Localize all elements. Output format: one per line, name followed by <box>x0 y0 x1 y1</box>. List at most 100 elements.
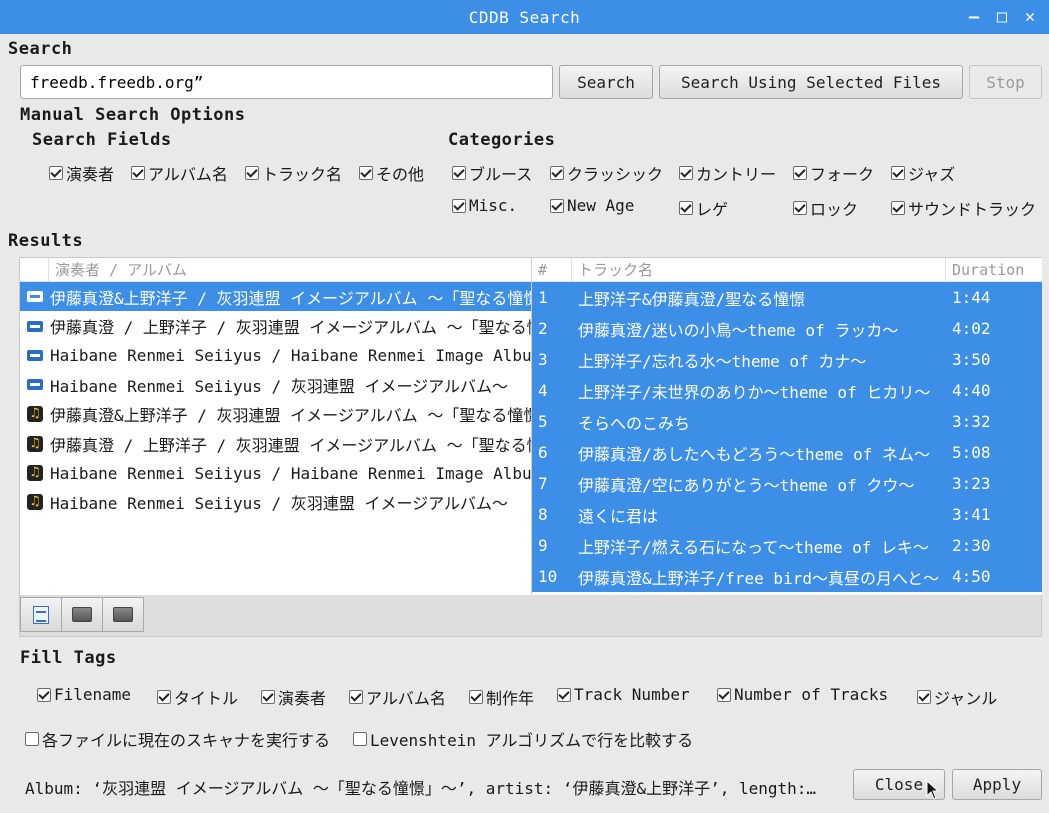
track-row[interactable]: 5 そらへのこみち 3:32 <box>532 406 1042 437</box>
track-row[interactable]: 10 伊藤真澄&上野洋子/free bird〜真昼の月へと〜 4:50 <box>532 561 1042 592</box>
checkbox-box[interactable] <box>452 198 466 213</box>
checkbox-label: ジャズ <box>908 165 956 184</box>
album-column-header[interactable]: 演奏者 / アルバム <box>49 259 187 280</box>
checkbox-box[interactable] <box>550 198 564 213</box>
album-row[interactable]: Haibane Renmei Seiiyus / 灰羽連盟 イメージアルバム〜 <box>20 370 531 399</box>
fill-tag-checkbox-track-number[interactable]: Track Number <box>557 685 690 704</box>
album-row[interactable]: 伊藤真澄 / 上野洋子 / 灰羽連盟 イメージアルバム 〜「聖なる憧憬」〜 <box>20 311 531 340</box>
track-name-column-header[interactable]: トラック名 <box>572 258 946 282</box>
category-checkbox-reggae[interactable]: レゲ <box>679 196 728 220</box>
close-icon[interactable]: ✕ <box>1019 6 1041 28</box>
field-checkbox-track[interactable]: トラック名 <box>245 161 342 185</box>
search-button[interactable]: Search <box>559 65 653 99</box>
checkbox-box[interactable] <box>557 687 571 702</box>
checkbox-box[interactable] <box>131 166 145 180</box>
cd-icon <box>27 379 43 391</box>
category-checkbox-rock[interactable]: ロック <box>793 196 858 220</box>
album-row[interactable]: Haibane Renmei Seiiyus / Haibane Renmei … <box>20 341 531 370</box>
fill-tag-checkbox-album[interactable]: アルバム名 <box>349 685 446 709</box>
checkbox-label: ジャンル <box>934 689 998 708</box>
fill-tag-checkbox-genre[interactable]: ジャンル <box>917 685 997 709</box>
track-title: 上野洋子&伊藤真澄/聖なる憧憬 <box>578 289 806 309</box>
search-input[interactable] <box>20 65 553 99</box>
checkbox-box[interactable] <box>891 166 905 180</box>
album-row[interactable]: ♫ Haibane Renmei Seiiyus / Haibane Renmei… <box>20 458 531 487</box>
run-scanner-checkbox[interactable]: 各ファイルに現在のスキャナを実行する <box>25 727 330 751</box>
checkbox-box[interactable] <box>359 166 373 180</box>
track-number: 10 <box>538 567 558 586</box>
category-checkbox-jazz[interactable]: ジャズ <box>891 161 955 185</box>
fill-tag-checkbox-title[interactable]: タイトル <box>157 685 238 709</box>
stop-button[interactable]: Stop <box>969 65 1042 99</box>
track-number: 3 <box>538 350 548 369</box>
checkbox-box[interactable] <box>25 732 39 746</box>
maximize-icon[interactable]: □ <box>991 6 1013 28</box>
track-number: 2 <box>538 319 548 338</box>
checkbox-box[interactable] <box>891 201 905 215</box>
checkbox-box[interactable] <box>717 687 731 702</box>
category-checkbox-classical[interactable]: クラッシック <box>550 161 663 185</box>
track-row[interactable]: 1 上野洋子&伊藤真澄/聖なる憧憬 1:44 <box>532 282 1042 313</box>
category-checkbox-blues[interactable]: ブルース <box>452 161 532 185</box>
toolbar-image-button-2[interactable] <box>102 597 144 632</box>
category-checkbox-misc[interactable]: Misc. <box>452 196 517 215</box>
category-checkbox-folk[interactable]: フォーク <box>793 161 874 185</box>
checkbox-box[interactable] <box>157 690 171 704</box>
apply-button[interactable]: Apply <box>952 769 1042 800</box>
category-checkbox-new-age[interactable]: New Age <box>550 196 634 215</box>
cd-icon <box>27 291 43 303</box>
checkbox-box[interactable] <box>793 201 807 215</box>
toolbar-image-button-1[interactable] <box>61 597 103 632</box>
checkbox-box[interactable] <box>37 687 51 702</box>
track-results-list[interactable]: # トラック名 Duration 1 上野洋子&伊藤真澄/聖なる憧憬 1:44 2 伊… <box>531 258 1042 595</box>
fill-tag-checkbox-artist[interactable]: 演奏者 <box>261 685 326 709</box>
fill-tag-checkbox-filename[interactable]: Filename <box>37 685 131 704</box>
search-selected-files-button[interactable]: Search Using Selected Files <box>659 65 963 99</box>
checkbox-box[interactable] <box>550 166 564 180</box>
track-row[interactable]: 8 遠くに君は 3:41 <box>532 499 1042 530</box>
checkbox-box[interactable] <box>793 166 807 180</box>
track-number-column-header[interactable]: # <box>532 258 572 282</box>
checkbox-box[interactable] <box>349 690 363 704</box>
track-duration: 3:23 <box>952 474 991 493</box>
checkbox-box[interactable] <box>679 201 693 215</box>
track-row[interactable]: 2 伊藤真澄/迷いの小鳥〜theme of ラッカ〜 4:02 <box>532 313 1042 344</box>
album-row[interactable]: ♫ 伊藤真澄 / 上野洋子 / 灰羽連盟 イメージアルバム 〜「聖なる憧憬」〜 <box>20 429 531 458</box>
fill-tag-checkbox-year[interactable]: 制作年 <box>469 685 534 709</box>
category-checkbox-country[interactable]: カントリー <box>679 161 776 185</box>
album-list-header: 演奏者 / アルバム <box>20 258 531 282</box>
checkbox-box[interactable] <box>49 166 63 180</box>
checkbox-label: Track Number <box>574 685 690 704</box>
minimize-icon[interactable]: — <box>963 6 985 28</box>
fill-tag-checkbox-number-of-tracks[interactable]: Number of Tracks <box>717 685 888 704</box>
album-results-list[interactable]: 演奏者 / アルバム 伊藤真澄&上野洋子 / 灰羽連盟 イメージアルバム 〜「聖… <box>20 258 531 595</box>
album-row[interactable]: 伊藤真澄&上野洋子 / 灰羽連盟 イメージアルバム 〜「聖なる憧憬」〜 <box>20 282 531 312</box>
checkbox-box[interactable] <box>245 166 259 180</box>
track-row[interactable]: 6 伊藤真澄/あしたへもどろう〜theme of ネム〜 5:08 <box>532 437 1042 468</box>
album-text: 伊藤真澄&上野洋子 / 灰羽連盟 イメージアルバム 〜「聖なる憧憬」〜 <box>50 406 531 426</box>
track-row[interactable]: 9 上野洋子/燃える石になって〜theme of レキ〜 2:30 <box>532 530 1042 561</box>
checkbox-box[interactable] <box>452 166 466 180</box>
checkbox-box[interactable] <box>261 690 275 704</box>
checkbox-box[interactable] <box>917 690 931 704</box>
apply-to-selected-files-button[interactable] <box>20 597 62 632</box>
track-row[interactable]: 3 上野洋子/忘れる水〜theme of カナ〜 3:50 <box>532 344 1042 375</box>
checkbox-label: レゲ <box>696 200 729 219</box>
field-checkbox-album[interactable]: アルバム名 <box>131 161 228 185</box>
album-text: 伊藤真澄 / 上野洋子 / 灰羽連盟 イメージアルバム 〜「聖なる憧憬」〜 <box>50 435 531 455</box>
track-row[interactable]: 7 伊藤真澄/空にありがとう〜theme of クウ〜 3:23 <box>532 468 1042 499</box>
checkbox-box[interactable] <box>469 690 483 704</box>
track-row[interactable]: 4 上野洋子/未世界のありか〜theme of ヒカリ〜 4:40 <box>532 375 1042 406</box>
duration-column-header[interactable]: Duration <box>946 258 1024 282</box>
checkbox-box[interactable] <box>679 166 693 180</box>
album-row[interactable]: ♫ Haibane Renmei Seiiyus / 灰羽連盟 イメージアルバム〜 <box>20 488 531 517</box>
album-row[interactable]: ♫ 伊藤真澄&上野洋子 / 灰羽連盟 イメージアルバム 〜「聖なる憧憬」〜 <box>20 400 531 429</box>
field-checkbox-performer[interactable]: 演奏者 <box>49 161 114 185</box>
checkbox-label: 各ファイルに現在のスキャナを実行する <box>42 731 331 750</box>
checkbox-box[interactable] <box>353 732 367 746</box>
levenshtein-checkbox[interactable]: Levenshtein アルゴリズムで行を比較する <box>353 727 693 751</box>
category-checkbox-soundtrack[interactable]: サウンドトラック <box>891 196 1036 220</box>
field-checkbox-other[interactable]: その他 <box>359 161 424 185</box>
track-duration: 3:32 <box>952 412 991 431</box>
track-list-header: # トラック名 Duration <box>532 258 1042 282</box>
